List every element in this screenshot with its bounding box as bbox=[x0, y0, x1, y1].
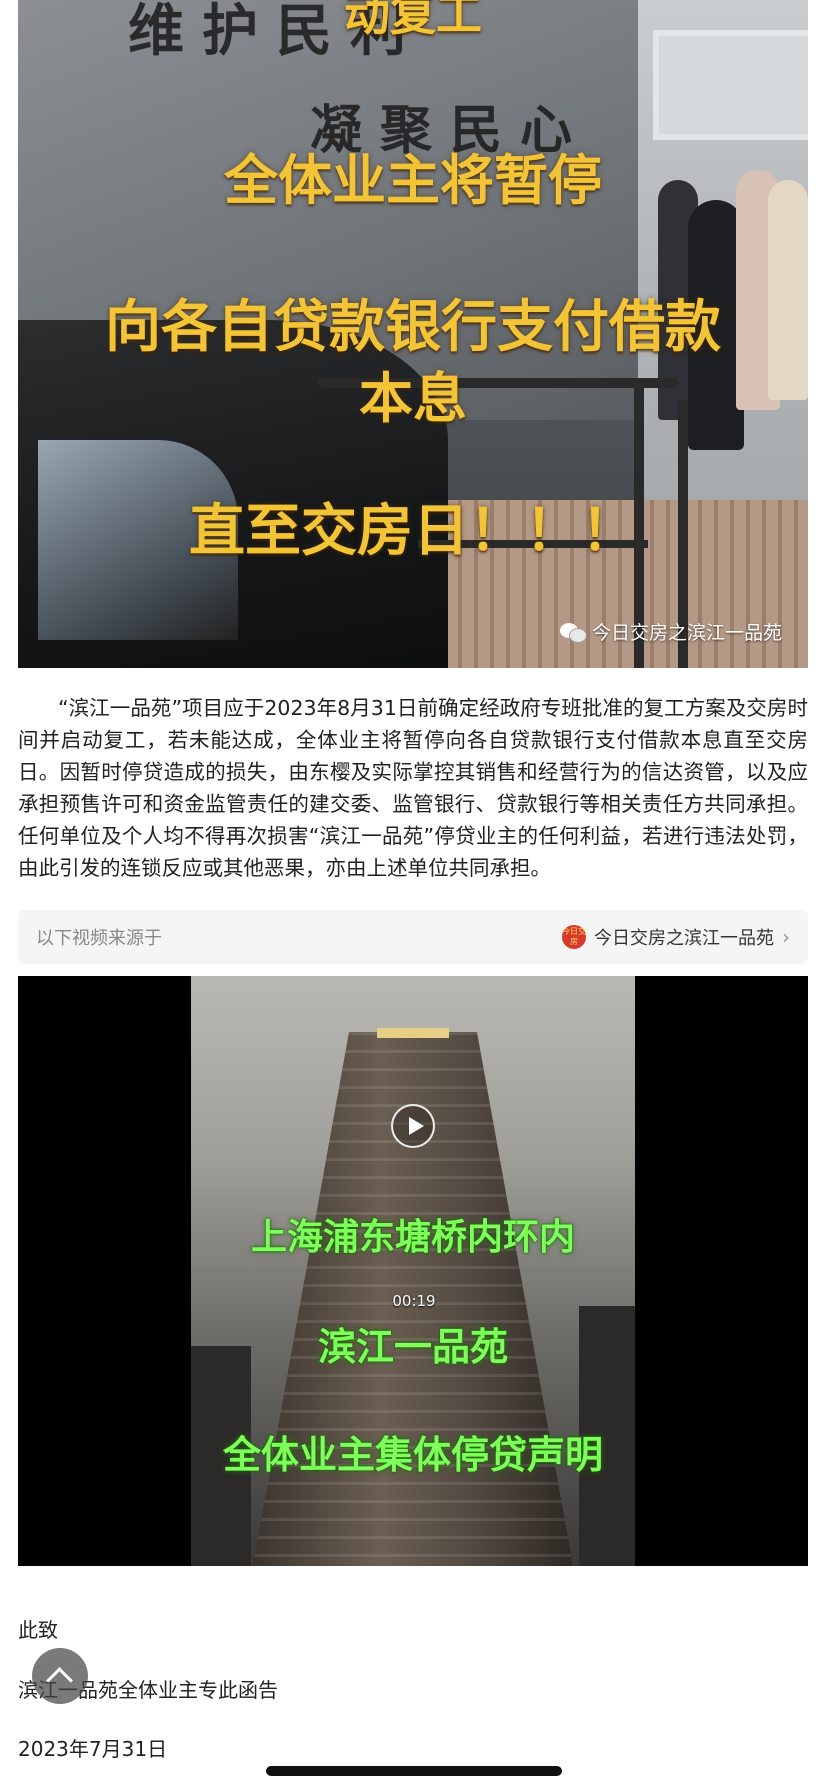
photo-overlay-line-4: 直至交房日！！！ bbox=[189, 499, 637, 564]
photo-overlay-line-0: 动复工 bbox=[344, 0, 482, 41]
source-account-link[interactable]: 今日交房 今日交房之滨江一品苑 › bbox=[562, 924, 790, 950]
play-button[interactable] bbox=[391, 1104, 435, 1148]
photo-overlay-line-1: 全体业主将暂停 bbox=[224, 149, 602, 212]
source-label: 以下视频来源于 bbox=[36, 928, 162, 949]
video-duration: 00:19 bbox=[392, 1292, 436, 1310]
video-player[interactable]: 上海浦东塘桥内环内 滨江一品苑 全体业主集体停贷声明 bbox=[18, 976, 808, 1566]
article-photo: 维护民利 凝聚民心 动复工 全体业主将暂停 向各自贷款银行支付借款 本息 直至交… bbox=[18, 0, 808, 668]
video-caption-0: 上海浦东塘桥内环内 bbox=[250, 1216, 575, 1258]
home-indicator[interactable] bbox=[266, 1766, 562, 1776]
account-avatar-icon: 今日交房 bbox=[562, 925, 586, 949]
date-text: 2023年7月31日 bbox=[18, 1737, 168, 1761]
video-caption-2: 全体业主集体停贷声明 bbox=[222, 1432, 603, 1477]
video-caption-1: 滨江一品苑 bbox=[317, 1324, 508, 1369]
source-account-name: 今日交房之滨江一品苑 bbox=[594, 928, 774, 949]
photo-watermark: 今日交房之滨江一品苑 bbox=[559, 618, 782, 645]
video-source-bar[interactable]: 以下视频来源于 今日交房 今日交房之滨江一品苑 › bbox=[18, 910, 808, 964]
photo-overlay-line-3: 本息 bbox=[359, 367, 467, 430]
closing-text: 此致 bbox=[18, 1618, 58, 1642]
video-frame: 上海浦东塘桥内环内 滨江一品苑 全体业主集体停贷声明 bbox=[191, 976, 635, 1566]
watermark-text: 今日交房之滨江一品苑 bbox=[591, 622, 782, 644]
photo-overlay-line-2: 向各自贷款银行支付借款 bbox=[105, 295, 721, 360]
chevron-right-icon: › bbox=[782, 925, 790, 949]
photo-window bbox=[653, 30, 808, 140]
article-paragraph: “滨江一品苑”项目应于2023年8月31日前确定经政府专班批准的复工方案及交房时… bbox=[18, 696, 808, 880]
scroll-to-top-button[interactable] bbox=[32, 1648, 88, 1704]
wechat-icon bbox=[559, 621, 587, 643]
